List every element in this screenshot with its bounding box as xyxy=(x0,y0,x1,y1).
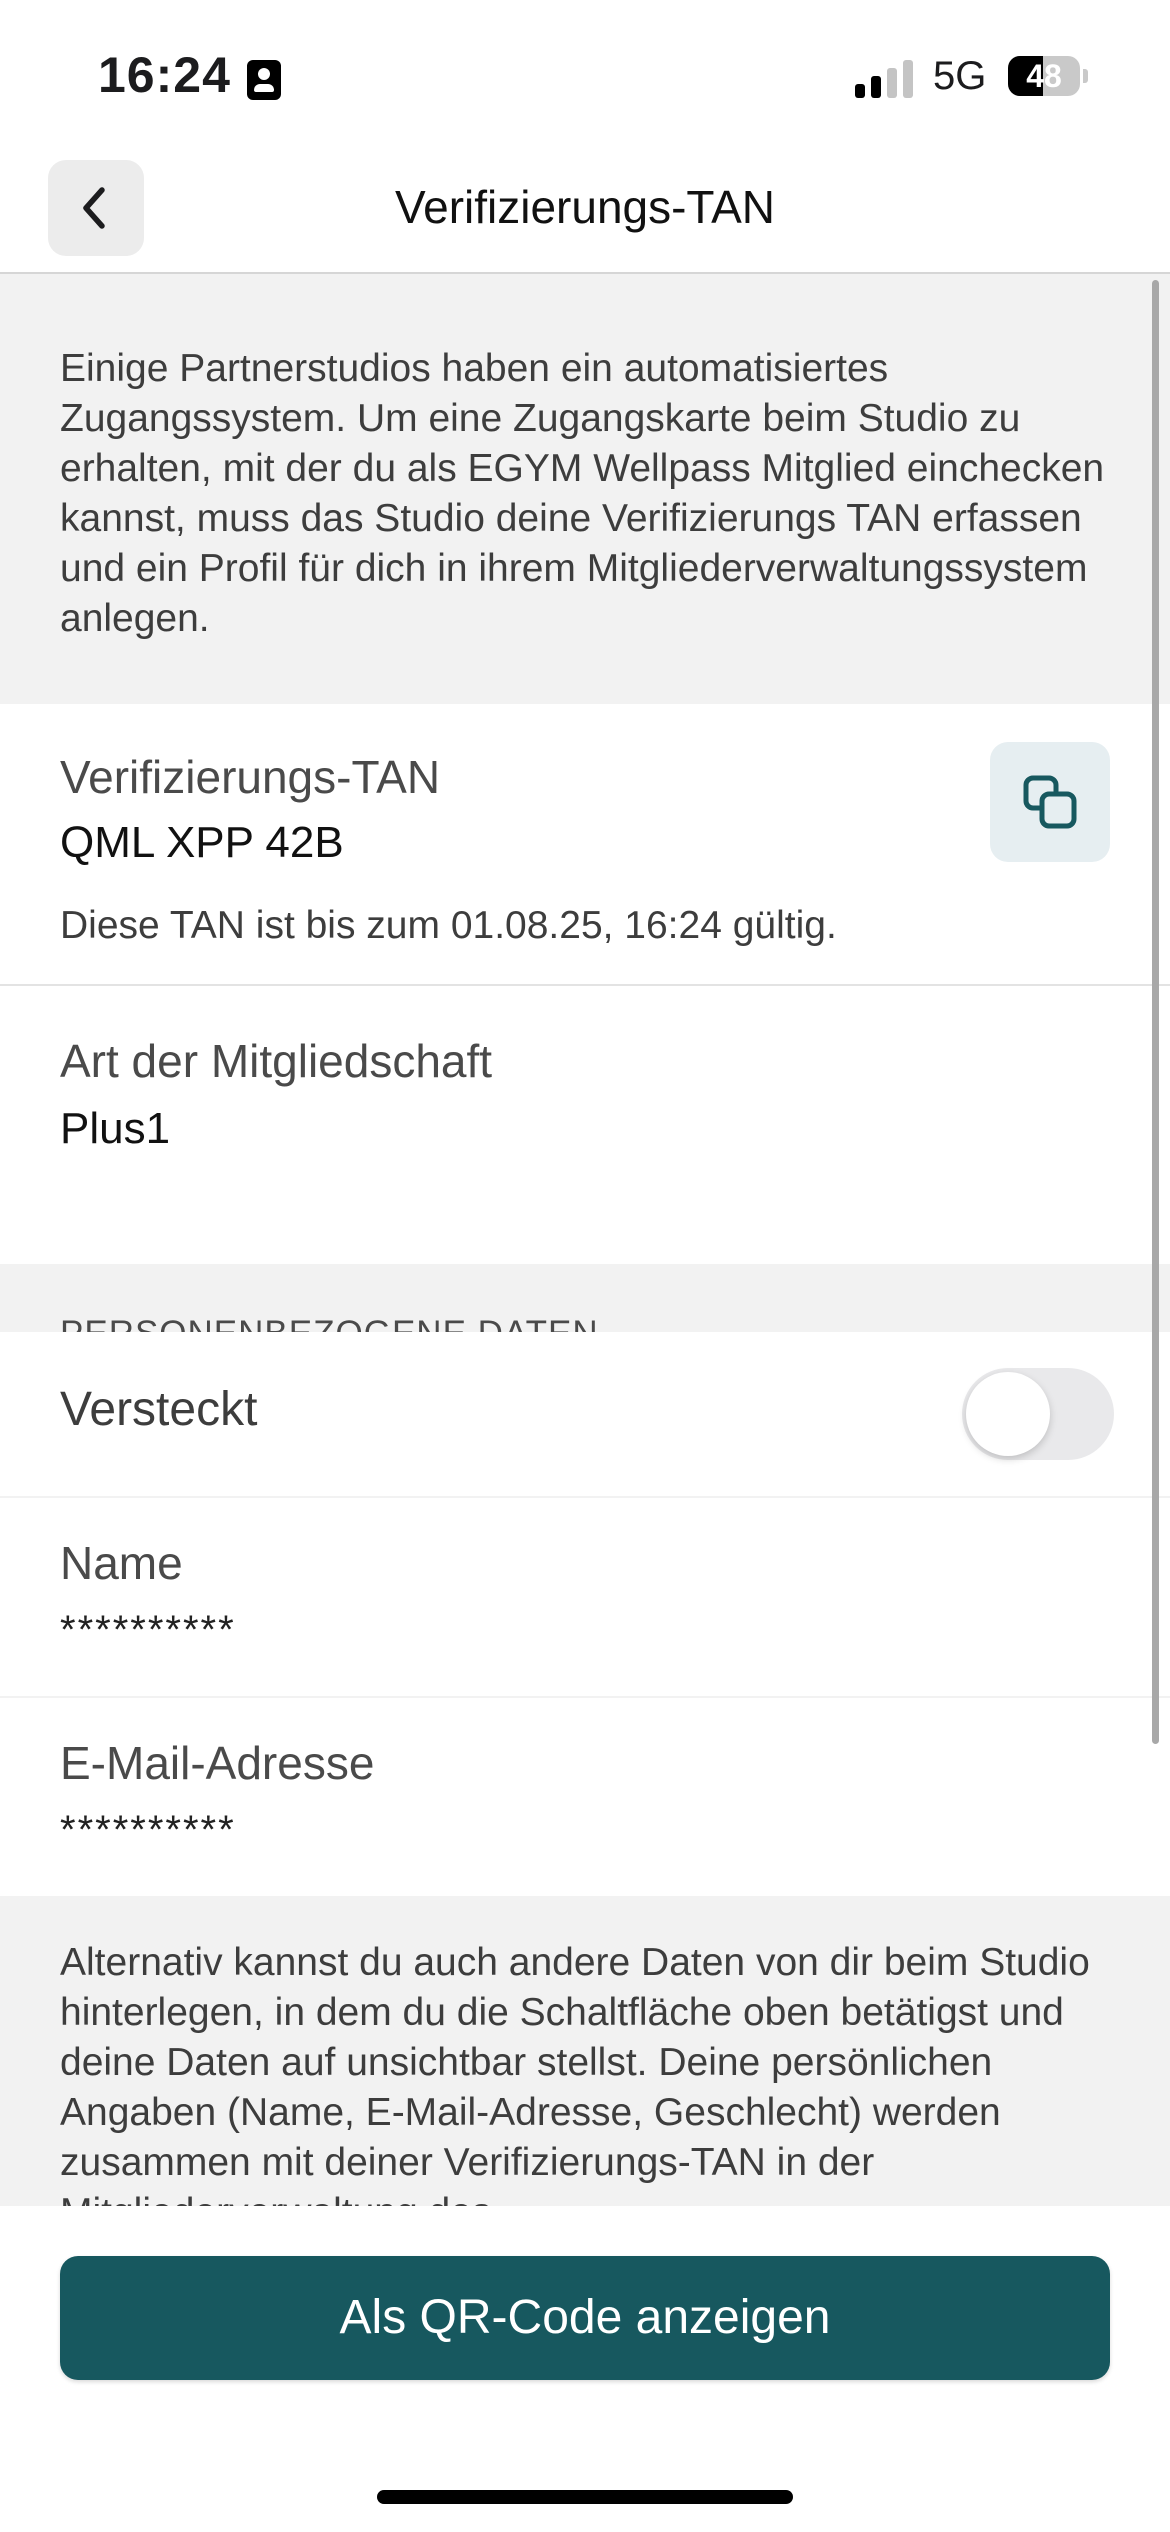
tan-value[interactable]: QML XPP 42B xyxy=(60,818,344,868)
email-row: E-Mail-Adresse ********** xyxy=(0,1698,1170,1896)
bottom-action-bar: Als QR-Code anzeigen xyxy=(0,2206,1170,2532)
hidden-toggle-row: Versteckt xyxy=(0,1332,1170,1496)
copy-icon xyxy=(1023,775,1077,829)
membership-value: Plus1 xyxy=(60,1104,171,1153)
name-label: Name xyxy=(60,1537,183,1589)
info-text: Einige Partnerstudios haben ein automati… xyxy=(60,347,1105,640)
toggle-knob xyxy=(966,1372,1050,1456)
divider xyxy=(0,984,1170,986)
show-qr-code-button[interactable]: Als QR-Code anzeigen xyxy=(60,2256,1110,2380)
navigation-bar: Verifizierungs-TAN xyxy=(0,150,1170,274)
alternative-info-text: Alternativ kannst du auch andere Daten v… xyxy=(60,1941,1090,2206)
contact-card-icon xyxy=(247,60,281,100)
tan-card: Verifizierungs-TAN QML XPP 42B Diese TAN… xyxy=(0,704,1170,1264)
hidden-label: Versteckt xyxy=(60,1383,258,1436)
tan-label: Verifizierungs-TAN xyxy=(60,751,441,803)
status-bar: 16:24 5G 48 xyxy=(0,0,1170,150)
tan-validity-note: Diese TAN ist bis zum 01.08.25, 16:24 gü… xyxy=(60,904,837,947)
home-indicator xyxy=(377,2490,793,2504)
cellular-signal-icon xyxy=(855,58,915,98)
hidden-toggle[interactable] xyxy=(962,1368,1114,1460)
alternative-info-block: Alternativ kannst du auch andere Daten v… xyxy=(0,1898,1170,2206)
email-value: ********** xyxy=(60,1808,236,1852)
battery-icon: 48 xyxy=(1008,56,1088,96)
membership-label: Art der Mitgliedschaft xyxy=(60,1035,493,1087)
network-type: 5G xyxy=(933,54,987,98)
email-label: E-Mail-Adresse xyxy=(60,1737,375,1789)
page-title: Verifizierungs-TAN xyxy=(394,181,776,233)
scrollbar[interactable] xyxy=(1152,280,1159,1744)
info-block: Einige Partnerstudios haben ein automati… xyxy=(0,274,1170,704)
copy-tan-button[interactable] xyxy=(990,742,1110,862)
name-row: Name ********** xyxy=(0,1498,1170,1696)
name-value: ********** xyxy=(60,1608,236,1652)
status-time: 16:24 xyxy=(98,47,231,103)
scroll-content[interactable]: Einige Partnerstudios haben ein automati… xyxy=(0,274,1170,2206)
battery-level: 48 xyxy=(1026,58,1062,94)
